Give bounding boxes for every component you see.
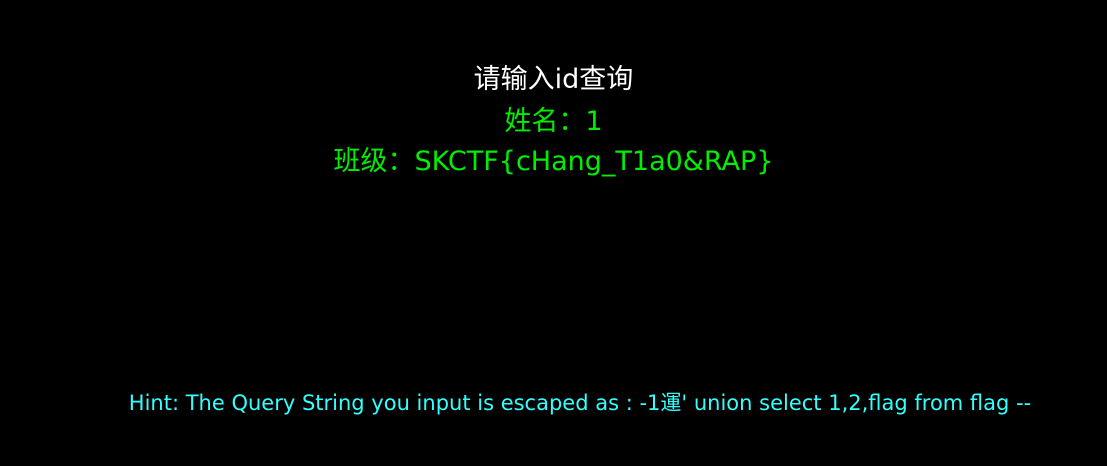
escape-hint: Hint: The Query String you input is esca… [128, 391, 1032, 415]
result-name: 姓名：1 [504, 106, 603, 137]
page: 请输入id查询 姓名：1 班级：SKCTF{cHang_T1a0&RAP} Hi… [0, 0, 1107, 466]
query-result-panel: 请输入id查询 姓名：1 班级：SKCTF{cHang_T1a0&RAP} [0, 58, 1107, 182]
query-prompt: 请输入id查询 [473, 64, 634, 95]
result-class: 班级：SKCTF{cHang_T1a0&RAP} [333, 146, 774, 177]
